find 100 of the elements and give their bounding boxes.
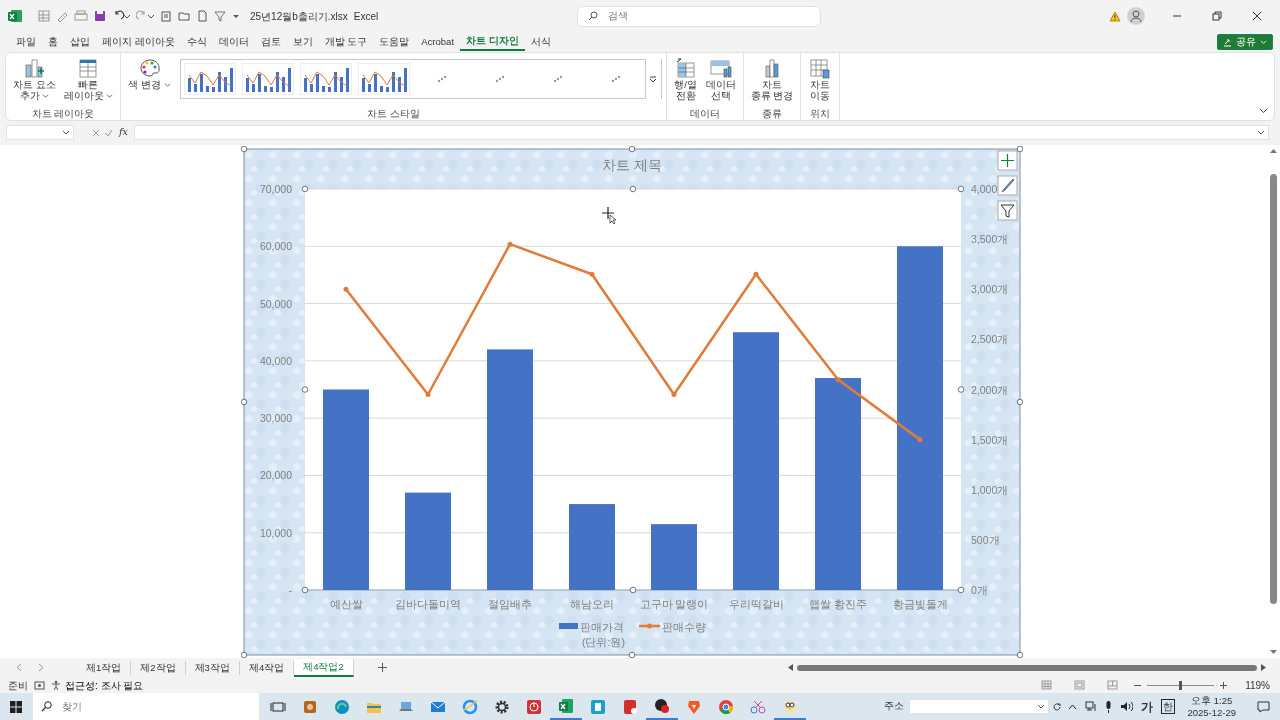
notification-icon[interactable] bbox=[1257, 700, 1270, 713]
ribbon-tab[interactable]: 홈 bbox=[42, 33, 64, 51]
resize-handle[interactable] bbox=[301, 386, 309, 393]
search-input[interactable]: 찾기 bbox=[60, 698, 240, 715]
ribbon-tab[interactable]: 데이터 bbox=[212, 33, 255, 51]
clock[interactable]: 오후 1:25 2025-12-29 bbox=[1187, 694, 1236, 719]
cancel-icon[interactable] bbox=[92, 128, 100, 137]
macro-record-icon[interactable] bbox=[34, 680, 45, 690]
save-icon[interactable] bbox=[94, 10, 106, 22]
scroll-left-icon[interactable] bbox=[788, 664, 793, 671]
printer-icon[interactable] bbox=[74, 10, 88, 22]
resize-handle[interactable] bbox=[1016, 398, 1023, 406]
accessibility-button[interactable]: 접근성: 조사 필요 bbox=[51, 677, 144, 693]
sheet-tab[interactable]: 제1작업 bbox=[77, 660, 132, 675]
search-input[interactable]: 검색 bbox=[606, 7, 807, 25]
resize-handle[interactable] bbox=[957, 386, 965, 393]
network-icon[interactable] bbox=[1085, 701, 1098, 712]
resize-handle[interactable] bbox=[957, 185, 965, 193]
legend-swatch bbox=[559, 623, 578, 629]
ribbon-button[interactable]: 차트 종류 변경 bbox=[747, 55, 797, 103]
scroll-up-icon[interactable] bbox=[1269, 148, 1277, 153]
ribbon-tab[interactable]: 파일 bbox=[10, 33, 42, 51]
refresh-icon[interactable] bbox=[1052, 701, 1063, 712]
zoom-level[interactable]: 119% bbox=[1245, 677, 1270, 693]
previous-sheet-icon[interactable] bbox=[16, 663, 22, 672]
language-indicator[interactable]: 한 bbox=[1161, 699, 1176, 714]
check-icon[interactable] bbox=[104, 128, 113, 137]
scroll-down-icon[interactable] bbox=[1269, 650, 1277, 655]
ribbon-tab[interactable]: 검토 bbox=[254, 33, 287, 51]
line-series[interactable] bbox=[343, 241, 923, 443]
ribbon-tab[interactable]: 도움말 bbox=[373, 33, 416, 51]
chevron-up-icon[interactable] bbox=[1068, 703, 1078, 710]
page-layout-icon[interactable] bbox=[1074, 680, 1086, 690]
scrollbar-thumb[interactable] bbox=[1269, 174, 1277, 604]
sheet-tab[interactable]: 제4작업2 bbox=[294, 658, 354, 677]
resize-handle[interactable] bbox=[629, 586, 637, 594]
caret-icon bbox=[1256, 129, 1265, 136]
caret-icon[interactable] bbox=[232, 12, 240, 20]
sheet-tab[interactable]: 제2작업 bbox=[131, 660, 186, 675]
ribbon-button[interactable]: 데이터 선택 bbox=[702, 55, 739, 103]
redo-icon[interactable] bbox=[136, 10, 154, 22]
restore-icon[interactable] bbox=[1212, 11, 1222, 21]
scroll-right-icon[interactable] bbox=[1261, 664, 1266, 671]
resize-handle[interactable] bbox=[1016, 146, 1023, 153]
scrollbar-thumb[interactable] bbox=[797, 664, 1257, 671]
formula-input[interactable] bbox=[133, 125, 1269, 140]
start-icon[interactable] bbox=[10, 700, 22, 713]
clipboard-icon[interactable] bbox=[160, 10, 172, 22]
address-field[interactable] bbox=[909, 699, 1050, 714]
close-icon[interactable] bbox=[1252, 11, 1262, 21]
sheet-tab[interactable]: 제3작업 bbox=[185, 660, 240, 675]
ribbon-tab[interactable]: 페이지 레이아웃 bbox=[96, 33, 181, 51]
resize-handle[interactable] bbox=[628, 651, 636, 658]
speaker-icon[interactable] bbox=[1120, 701, 1134, 712]
ribbon-tab[interactable]: 수식 bbox=[180, 33, 213, 51]
resize-handle[interactable] bbox=[241, 146, 248, 153]
pen-icon[interactable] bbox=[56, 10, 68, 22]
chart-filter-button[interactable] bbox=[997, 200, 1018, 221]
input-mode-indicator[interactable]: 가 bbox=[1141, 697, 1154, 716]
filter-icon[interactable] bbox=[214, 10, 226, 22]
chart-elements-button[interactable] bbox=[997, 150, 1018, 171]
resize-handle[interactable] bbox=[629, 185, 637, 193]
ribbon-button[interactable]: 차트 요소 추가 bbox=[10, 55, 59, 103]
grid-icon[interactable] bbox=[38, 10, 50, 22]
ribbon-button[interactable]: 빠른 레이아웃 bbox=[60, 55, 117, 103]
resize-handle[interactable] bbox=[628, 146, 636, 153]
resize-handle[interactable] bbox=[301, 586, 309, 594]
spreadsheet-logo-icon[interactable] bbox=[8, 9, 22, 23]
ribbon-tab[interactable]: 보기 bbox=[286, 33, 319, 51]
search-field[interactable]: 검색 bbox=[577, 5, 822, 27]
ribbon-button[interactable]: 행/열 전환 bbox=[670, 55, 701, 103]
ribbon-button[interactable]: 차트 이동 bbox=[805, 55, 836, 103]
ribbon-tab[interactable]: 삽입 bbox=[64, 33, 96, 51]
document-icon[interactable] bbox=[196, 10, 208, 22]
taskbar-search-field[interactable]: 찾기 bbox=[33, 693, 259, 720]
add-sheet-icon[interactable] bbox=[377, 663, 387, 672]
zoom-in-icon[interactable] bbox=[1220, 681, 1228, 689]
resize-handle[interactable] bbox=[1016, 651, 1023, 658]
resize-handle[interactable] bbox=[241, 651, 248, 658]
resize-handle[interactable] bbox=[301, 185, 309, 193]
function-button[interactable]: fx bbox=[119, 125, 128, 140]
folder-icon[interactable] bbox=[178, 10, 190, 22]
brush-button[interactable] bbox=[997, 175, 1018, 196]
ribbon-button[interactable]: 색 변경 bbox=[125, 55, 174, 92]
collapse-ribbon-icon[interactable] bbox=[1259, 108, 1268, 114]
ribbon-tab[interactable]: Acrobat bbox=[415, 33, 461, 51]
page-break-icon[interactable] bbox=[1107, 680, 1119, 690]
microphone-icon[interactable] bbox=[1105, 700, 1113, 713]
undo-icon[interactable] bbox=[112, 10, 130, 22]
ribbon-tab[interactable]: 서식 bbox=[524, 33, 557, 51]
resize-handle[interactable] bbox=[957, 586, 965, 594]
normal-view-icon[interactable] bbox=[1041, 680, 1053, 690]
accessibility-icon bbox=[51, 680, 61, 690]
style-gallery[interactable] bbox=[179, 59, 662, 99]
resize-handle[interactable] bbox=[241, 398, 248, 406]
ribbon-tab[interactable]: 개발 도구 bbox=[318, 33, 374, 51]
next-sheet-icon[interactable] bbox=[38, 663, 44, 672]
slider-thumb[interactable] bbox=[1179, 680, 1183, 690]
avatar-icon[interactable] bbox=[1127, 7, 1145, 25]
share-button[interactable]: 공유 bbox=[1217, 34, 1273, 50]
